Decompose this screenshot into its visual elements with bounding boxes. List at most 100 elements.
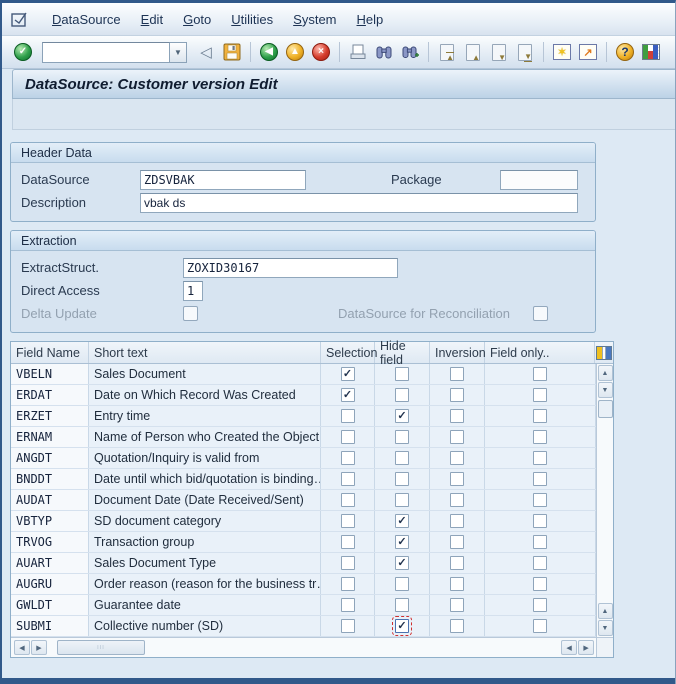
menu-item-edit[interactable]: Edit	[131, 8, 173, 31]
selection-checkbox[interactable]	[340, 409, 355, 423]
hide-checkbox[interactable]	[395, 430, 409, 444]
short-text-cell[interactable]: Quotation/Inquiry is valid from	[89, 448, 321, 468]
field-name-cell[interactable]: TRVOG	[11, 532, 89, 552]
hide-checkbox[interactable]	[395, 451, 409, 465]
field-name-cell[interactable]: AUDAT	[11, 490, 89, 510]
short-text-cell[interactable]: Sales Document Type	[89, 553, 321, 573]
inversion-checkbox[interactable]	[450, 577, 464, 591]
find-button[interactable]	[372, 40, 396, 64]
menu-item-utilities[interactable]: Utilities	[221, 8, 283, 31]
scroll-up-bottom-icon[interactable]: ▲	[597, 603, 613, 619]
short-text-cell[interactable]: Entry time	[89, 406, 321, 426]
inversion-checkbox[interactable]	[450, 598, 464, 612]
field-name-cell[interactable]: VBTYP	[11, 511, 89, 531]
last-page-button[interactable]: ▼	[513, 40, 537, 64]
system-menu-icon[interactable]	[10, 10, 28, 28]
cancel-button[interactable]: ×	[309, 40, 333, 64]
menu-item-system[interactable]: System	[283, 8, 346, 31]
create-shortcut-button[interactable]: ↗	[576, 40, 600, 64]
find-next-button[interactable]	[398, 40, 422, 64]
short-text-cell[interactable]: Order reason (reason for the business tr…	[89, 574, 321, 594]
field-only-checkbox[interactable]	[533, 556, 548, 570]
hide-checkbox[interactable]	[395, 493, 409, 507]
field-only-checkbox[interactable]	[533, 430, 548, 444]
help-button[interactable]: ?	[613, 40, 637, 64]
field-only-checkbox[interactable]	[533, 409, 548, 423]
inversion-checkbox[interactable]	[450, 535, 464, 549]
field-only-checkbox[interactable]	[533, 577, 548, 591]
hide-checkbox[interactable]	[395, 388, 409, 402]
field-only-checkbox[interactable]	[533, 535, 548, 549]
print-button[interactable]	[346, 40, 370, 64]
scroll-left-icon[interactable]: ◀	[14, 640, 30, 655]
hide-checkbox[interactable]	[395, 598, 409, 612]
field-name-cell[interactable]: VBELN	[11, 364, 89, 384]
selection-checkbox[interactable]	[340, 472, 355, 486]
column-header[interactable]: Inversion	[430, 342, 486, 363]
short-text-cell[interactable]: Name of Person who Created the Object	[89, 427, 321, 447]
horizontal-scrollbar[interactable]: ◀ ▶ ∶∶∶ ◀ ▶	[11, 637, 597, 657]
hide-checkbox[interactable]: ✓	[395, 556, 409, 570]
selection-checkbox[interactable]: ✓	[340, 367, 355, 381]
field-only-checkbox[interactable]	[533, 451, 548, 465]
field-name-cell[interactable]: ANGDT	[11, 448, 89, 468]
selection-checkbox[interactable]	[340, 514, 355, 528]
scroll-right-icon[interactable]: ▶	[31, 640, 47, 655]
short-text-cell[interactable]: Date on Which Record Was Created	[89, 385, 321, 405]
hide-checkbox[interactable]: ✓	[395, 535, 409, 549]
inversion-checkbox[interactable]	[450, 493, 464, 507]
back-step-button[interactable]: ◁	[194, 40, 218, 64]
short-text-cell[interactable]: Collective number (SD)	[89, 616, 321, 636]
column-header[interactable]: Selection	[321, 342, 377, 363]
command-field-input[interactable]	[42, 41, 170, 63]
field-name-cell[interactable]: AUGRU	[11, 574, 89, 594]
field-name-cell[interactable]: BNDDT	[11, 469, 89, 489]
vertical-scroll-thumb[interactable]	[597, 400, 613, 418]
field-only-checkbox[interactable]	[533, 472, 548, 486]
description-field[interactable]	[140, 192, 578, 213]
menu-item-help[interactable]: Help	[347, 8, 394, 31]
exit-button[interactable]: ▲	[283, 40, 307, 64]
short-text-cell[interactable]: Document Date (Date Received/Sent)	[89, 490, 321, 510]
inversion-checkbox[interactable]	[450, 451, 464, 465]
column-header[interactable]: Field Name	[11, 342, 89, 363]
short-text-cell[interactable]: Guarantee date	[89, 595, 321, 615]
field-only-checkbox[interactable]	[533, 598, 548, 612]
field-name-cell[interactable]: ERDAT	[11, 385, 89, 405]
customize-layout-button[interactable]	[639, 40, 663, 64]
menu-item-datasource[interactable]: DataSource	[42, 8, 131, 31]
field-name-cell[interactable]: SUBMI	[11, 616, 89, 636]
package-field[interactable]	[500, 169, 578, 190]
selection-checkbox[interactable]	[340, 430, 355, 444]
inversion-checkbox[interactable]	[450, 367, 464, 381]
scroll-right-right-icon[interactable]: ▶	[578, 640, 595, 655]
hide-checkbox[interactable]: ✓	[392, 616, 412, 636]
horizontal-scroll-thumb[interactable]: ∶∶∶	[57, 640, 145, 655]
field-only-checkbox[interactable]	[533, 514, 548, 528]
inversion-checkbox[interactable]	[450, 472, 464, 486]
command-dropdown-icon[interactable]: ▼	[170, 41, 187, 63]
direct-access-field[interactable]	[183, 280, 203, 301]
new-session-button[interactable]: ✶	[550, 40, 574, 64]
hide-checkbox[interactable]: ✓	[395, 409, 409, 423]
scroll-down-bottom-icon[interactable]: ▼	[597, 620, 613, 636]
field-name-cell[interactable]: ERZET	[11, 406, 89, 426]
field-only-checkbox[interactable]	[533, 493, 548, 507]
inversion-checkbox[interactable]	[450, 430, 464, 444]
scroll-left-right-icon[interactable]: ◀	[561, 640, 578, 655]
selection-checkbox[interactable]	[340, 556, 355, 570]
selection-checkbox[interactable]	[340, 577, 355, 591]
selection-checkbox[interactable]	[340, 535, 355, 549]
hide-checkbox[interactable]: ✓	[395, 514, 409, 528]
short-text-cell[interactable]: Sales Document	[89, 364, 321, 384]
short-text-cell[interactable]: Transaction group	[89, 532, 321, 552]
first-page-button[interactable]: ▲	[435, 40, 459, 64]
inversion-checkbox[interactable]	[450, 409, 464, 423]
scroll-down-icon[interactable]: ▼	[597, 382, 613, 398]
column-header[interactable]: Short text	[89, 342, 321, 363]
field-only-checkbox[interactable]	[533, 619, 548, 633]
enter-button[interactable]: ✓	[11, 40, 35, 64]
inversion-checkbox[interactable]	[450, 388, 464, 402]
save-button[interactable]	[220, 40, 244, 64]
scroll-up-icon[interactable]: ▲	[597, 365, 613, 381]
